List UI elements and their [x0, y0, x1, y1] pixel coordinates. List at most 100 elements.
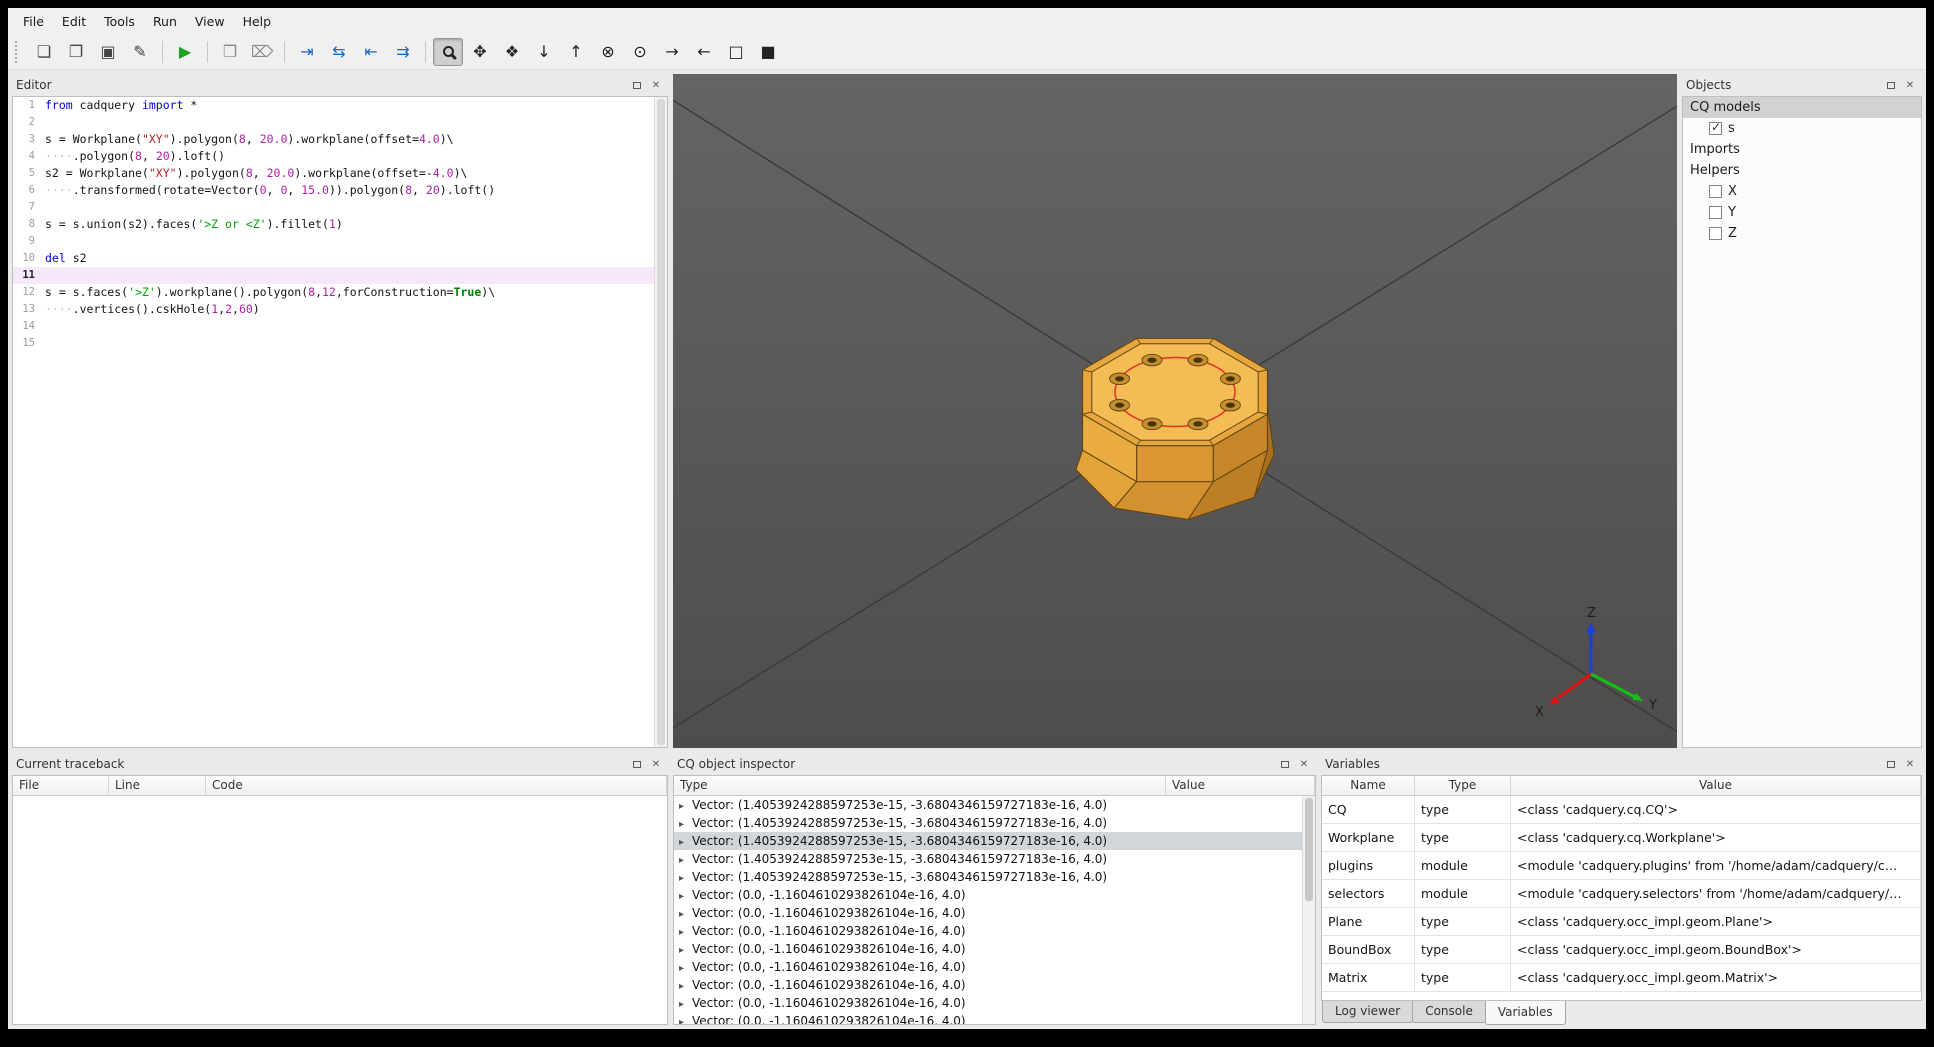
toolbar-handle[interactable] — [15, 40, 21, 63]
inspector-row[interactable]: ▸ Vector: (0.0, -1.1604610293826104e-16, … — [674, 940, 1302, 958]
inspector-row[interactable]: ▸ Vector: (1.4053924288597253e-15, -3.680… — [674, 832, 1302, 850]
editor-line: 15 — [13, 335, 667, 352]
inspector-row[interactable]: ▸ Vector: (1.4053924288597253e-15, -3.680… — [674, 814, 1302, 832]
close-icon[interactable]: ✕ — [648, 757, 664, 772]
column-header-type[interactable]: Type — [1415, 776, 1511, 796]
column-header-type[interactable]: Type — [674, 776, 1166, 796]
close-icon[interactable]: ✕ — [1902, 757, 1918, 772]
inspector-row[interactable]: ▸ Vector: (1.4053924288597253e-15, -3.680… — [674, 796, 1302, 814]
debug-icon[interactable]: ❒ — [215, 38, 245, 66]
editor-code-area[interactable]: 1 from cadquery import * 2 3 s = Workplane("… — [12, 96, 668, 748]
menu-file[interactable]: File — [14, 10, 53, 33]
square-outline-icon[interactable]: □ — [721, 38, 751, 66]
inspector-row[interactable]: ▸ Vector: (0.0, -1.1604610293826104e-16, … — [674, 958, 1302, 976]
render-icon[interactable]: ▶ — [170, 38, 200, 66]
triad-label-z: Z — [1587, 606, 1596, 621]
step-next-icon[interactable]: ⇥ — [292, 38, 322, 66]
tab-console[interactable]: Console — [1412, 1001, 1486, 1023]
inspector-row[interactable]: ▸ Vector: (0.0, -1.1604610293826104e-16, … — [674, 904, 1302, 922]
tree-item-helpers[interactable]: Helpers — [1683, 160, 1921, 181]
tree-item-z[interactable]: Z — [1683, 223, 1921, 244]
checkbox-z[interactable] — [1709, 227, 1722, 240]
editor-line: 7 — [13, 199, 667, 216]
float-button[interactable] — [1883, 757, 1899, 772]
arrow-left-icon[interactable]: ← — [689, 38, 719, 66]
menu-edit[interactable]: Edit — [53, 10, 95, 33]
variable-row[interactable]: CQ type <class 'cadquery.cq.CQ'> — [1322, 796, 1921, 824]
float-button[interactable] — [629, 757, 645, 772]
circle-dot-icon[interactable]: ⊙ — [625, 38, 655, 66]
float-button[interactable] — [1277, 757, 1293, 772]
column-header-line[interactable]: Line — [109, 776, 206, 796]
editor-title-bar: Editor ✕ — [12, 74, 668, 96]
viewport-3d[interactable]: Z X Y — [673, 74, 1677, 748]
inspector-row[interactable]: ▸ Vector: (0.0, -1.1604610293826104e-16, … — [674, 994, 1302, 1012]
tree-item-imports[interactable]: Imports — [1683, 139, 1921, 160]
editor-scrollbar[interactable] — [654, 97, 667, 747]
column-header-value[interactable]: Value — [1166, 776, 1315, 796]
tab-variables[interactable]: Variables — [1484, 1001, 1566, 1025]
new-file-icon[interactable]: ❏ — [29, 38, 59, 66]
menu-tools[interactable]: Tools — [95, 10, 144, 33]
iso-view-icon[interactable]: ❖ — [497, 38, 527, 66]
column-header-file[interactable]: File — [13, 776, 109, 796]
tree-item-y[interactable]: Y — [1683, 202, 1921, 223]
inspector-row[interactable]: ▸ Vector: (1.4053924288597253e-15, -3.680… — [674, 850, 1302, 868]
variable-row[interactable]: selectors module <module 'cadquery.selecto… — [1322, 880, 1921, 908]
tab-log-viewer[interactable]: Log viewer — [1322, 1001, 1414, 1023]
continue-icon[interactable]: ⇉ — [388, 38, 418, 66]
float-button[interactable] — [629, 78, 645, 93]
checkbox-x[interactable] — [1709, 185, 1722, 198]
scrollbar-handle[interactable] — [1305, 798, 1313, 901]
close-icon[interactable]: ✕ — [1902, 78, 1918, 93]
save-as-icon[interactable]: ✎ — [125, 38, 155, 66]
square-filled-icon[interactable]: ■ — [753, 38, 783, 66]
menu-view[interactable]: View — [186, 10, 234, 33]
menu-help[interactable]: Help — [234, 10, 281, 33]
delete-icon[interactable]: ⌦ — [247, 38, 277, 66]
close-icon[interactable]: ✕ — [648, 78, 664, 93]
column-header-name[interactable]: Name — [1322, 776, 1415, 796]
float-button[interactable] — [1883, 78, 1899, 93]
inspector-scrollbar[interactable] — [1302, 796, 1315, 1024]
editor-line: 8s = s.union(s2).faces('>Z or <Z').fille… — [13, 216, 667, 233]
expand-arrow-icon[interactable]: ▸ — [679, 1014, 692, 1024]
close-icon[interactable]: ✕ — [1296, 757, 1312, 772]
magnifier-icon[interactable] — [433, 37, 463, 66]
tree-item-cq-models[interactable]: CQ models — [1683, 97, 1921, 118]
step-in-icon[interactable]: ⇆ — [324, 38, 354, 66]
variable-row[interactable]: Workplane type <class 'cadquery.cq.Workpla… — [1322, 824, 1921, 852]
cad-model — [1075, 337, 1275, 520]
variable-row[interactable]: Plane type <class 'cadquery.occ_impl.geom.… — [1322, 908, 1921, 936]
fit-view-icon[interactable]: ✥ — [465, 38, 495, 66]
step-out-icon[interactable]: ⇤ — [356, 38, 386, 66]
arrow-up-icon[interactable]: ↑ — [561, 38, 591, 66]
editor-line: 11 — [13, 267, 667, 284]
variable-row[interactable]: BoundBox type <class 'cadquery.occ_impl.ge… — [1322, 936, 1921, 964]
arrow-right-icon[interactable]: → — [657, 38, 687, 66]
float-icon — [1281, 760, 1289, 768]
inspector-row[interactable]: ▸ Vector: (0.0, -1.1604610293826104e-16, … — [674, 976, 1302, 994]
line-number: 13 — [22, 303, 35, 315]
inspector-row[interactable]: ▸ Vector: (0.0, -1.1604610293826104e-16, … — [674, 1012, 1302, 1024]
inspector-row[interactable]: ▸ Vector: (0.0, -1.1604610293826104e-16, … — [674, 886, 1302, 904]
circle-cross-icon[interactable]: ⊗ — [593, 38, 623, 66]
checkbox-s[interactable] — [1709, 120, 1722, 135]
tree-item-x[interactable]: X — [1683, 181, 1921, 202]
inspector-title-bar: CQ object inspector ✕ — [673, 753, 1316, 775]
open-file-icon[interactable]: ❐ — [61, 38, 91, 66]
arrow-down-icon[interactable]: ↓ — [529, 38, 559, 66]
inspector-row[interactable]: ▸ Vector: (0.0, -1.1604610293826104e-16, … — [674, 922, 1302, 940]
column-header-value[interactable]: Value — [1511, 776, 1921, 796]
column-header-code[interactable]: Code — [206, 776, 667, 796]
checkbox-y[interactable] — [1709, 206, 1722, 219]
inspector-row[interactable]: ▸ Vector: (1.4053924288597253e-15, -3.680… — [674, 868, 1302, 886]
variable-row[interactable]: plugins module <module 'cadquery.plugins' … — [1322, 852, 1921, 880]
traceback-header: File Line Code — [13, 776, 667, 796]
line-number: 3 — [28, 133, 35, 145]
scrollbar-handle[interactable] — [657, 99, 665, 745]
menu-run[interactable]: Run — [144, 10, 186, 33]
tree-item-s[interactable]: s — [1683, 118, 1921, 139]
save-icon[interactable]: ▣ — [93, 38, 123, 66]
variable-row[interactable]: Matrix type <class 'cadquery.occ_impl.geom… — [1322, 964, 1921, 992]
